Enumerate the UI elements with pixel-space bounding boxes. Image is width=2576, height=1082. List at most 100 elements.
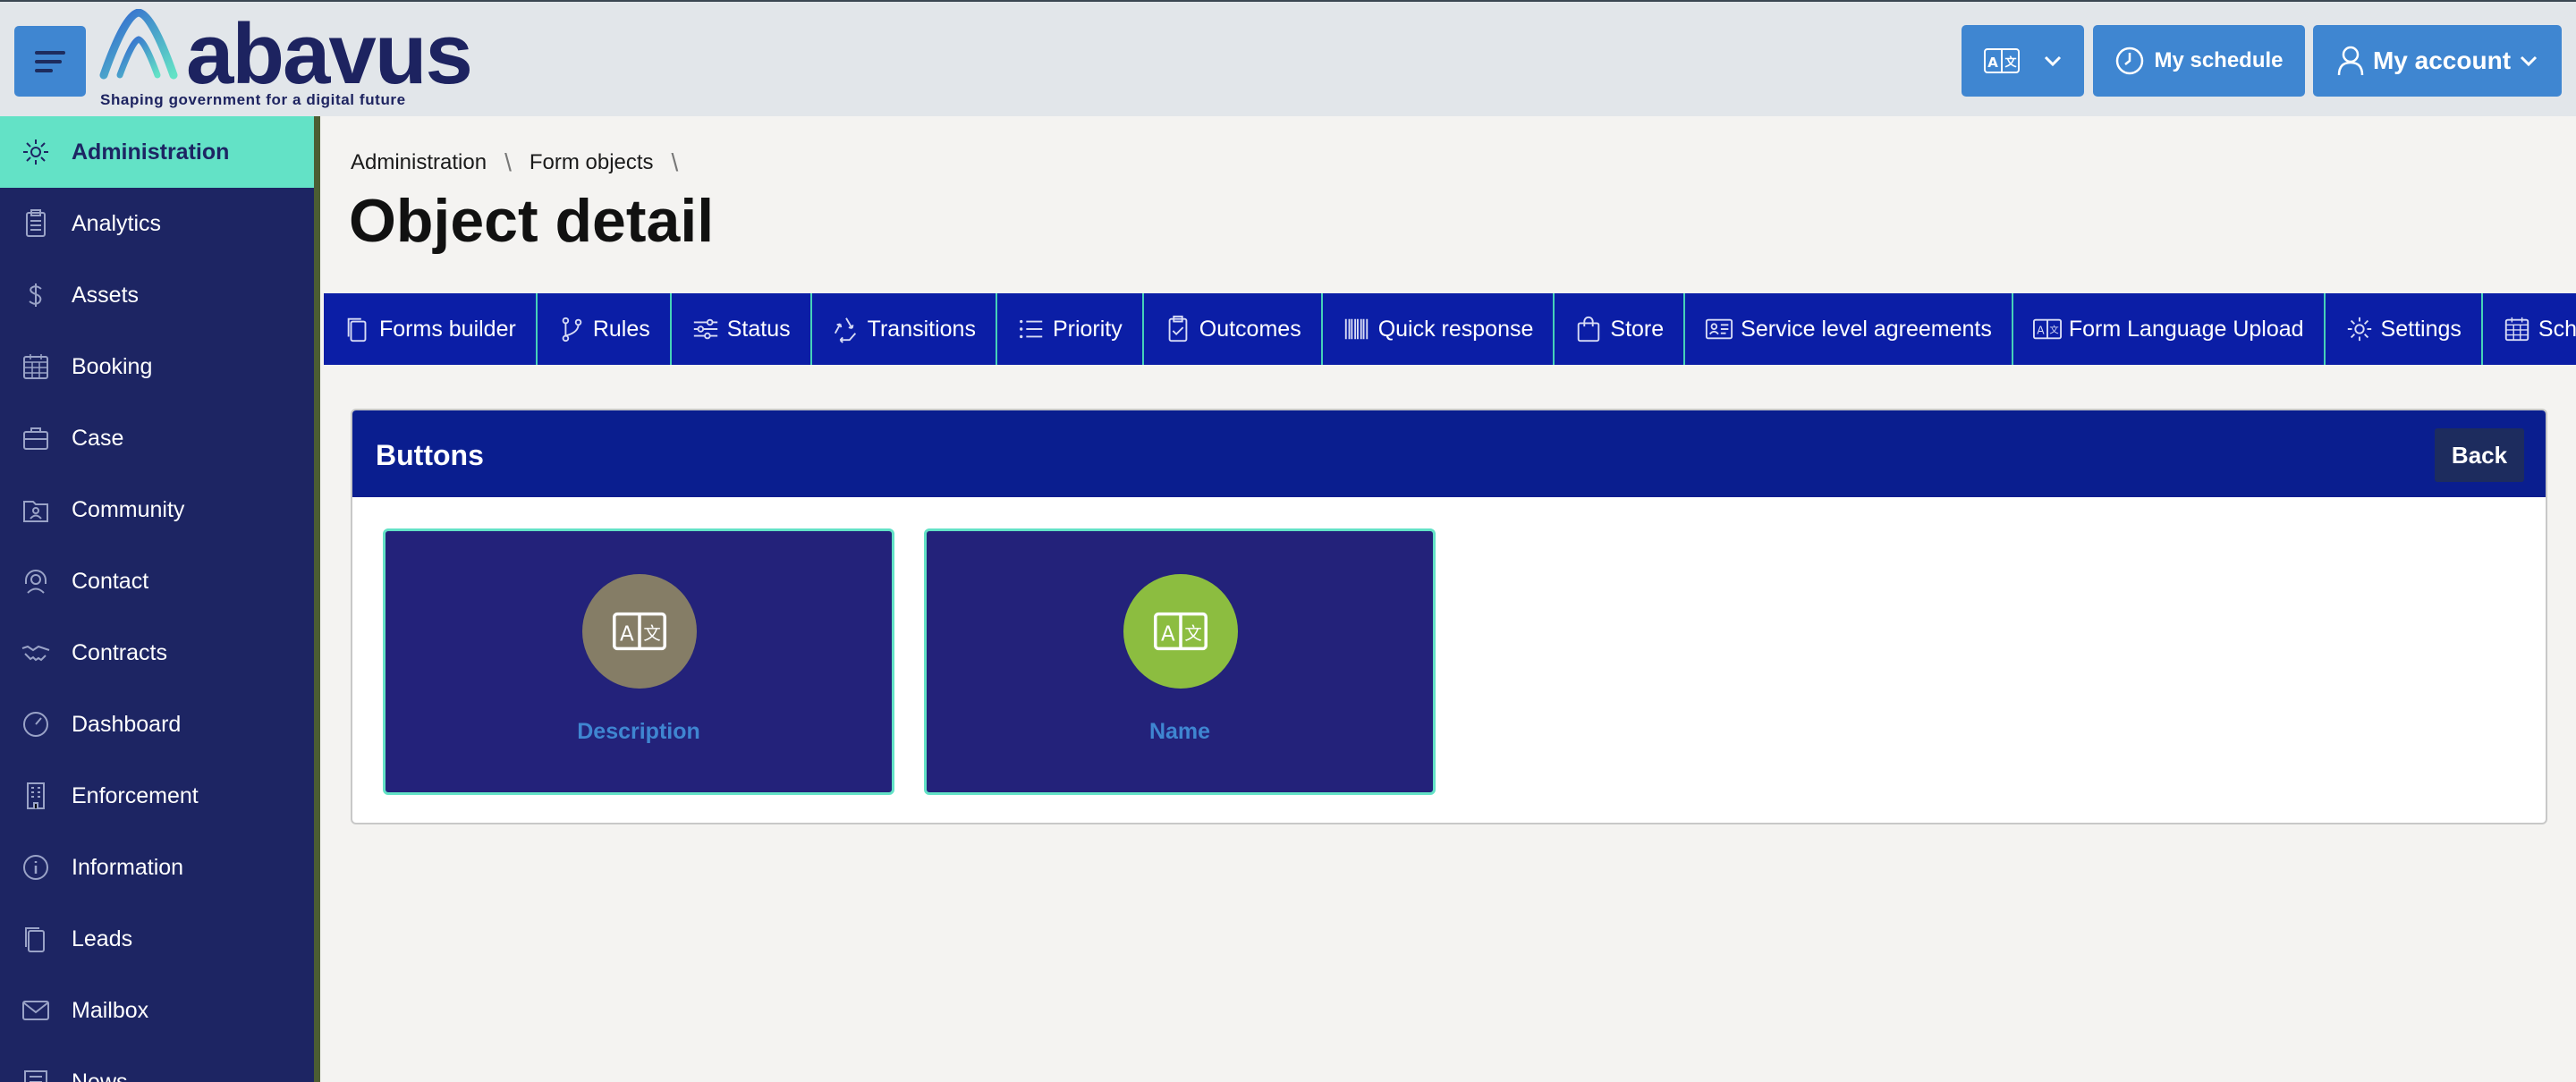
gear-icon — [18, 134, 54, 170]
svg-text:A: A — [620, 623, 634, 647]
tab-store[interactable]: Store — [1555, 293, 1686, 365]
copy-icon — [347, 317, 367, 342]
translate-icon: A文 — [2032, 318, 2062, 340]
sidebar-item-contact[interactable]: Contact — [0, 545, 314, 617]
tab-settings[interactable]: Settings — [2326, 293, 2483, 365]
community-folder-icon — [23, 501, 48, 522]
svg-text:文: 文 — [1184, 623, 1201, 644]
gear-icon — [23, 139, 48, 165]
copy-icon — [25, 927, 45, 952]
branch-icon — [557, 315, 586, 343]
sidebar-item-label: Administration — [72, 139, 230, 165]
sidebar-item-assets[interactable]: Assets — [0, 259, 314, 331]
tab-bar: Forms builder Rules Status Transitions Prior… — [324, 293, 2576, 365]
tile-label: Name — [1148, 719, 1211, 744]
sidebar-item-enforcement[interactable]: Enforcement — [0, 760, 314, 832]
tab-transitions[interactable]: Transitions — [812, 293, 997, 365]
svg-text:A: A — [1987, 55, 1998, 71]
my-schedule-label: My schedule — [2154, 48, 2284, 72]
tab-quick-response[interactable]: Quick response — [1323, 293, 1555, 365]
abavus-logo[interactable]: abavus Shaping government for a digital … — [98, 6, 474, 112]
tab-forms-builder[interactable]: Forms builder — [324, 293, 538, 365]
tab-label: Status — [726, 316, 791, 342]
page-title: Object detail — [349, 187, 715, 255]
sidebar-item-label: Leads — [72, 926, 133, 951]
sidebar-scrollbar[interactable] — [314, 116, 320, 1082]
menu-line — [35, 50, 65, 55]
sidebar-item-leads[interactable]: Leads — [0, 903, 314, 975]
barcode-icon — [1343, 315, 1371, 343]
tab-schedule[interactable]: Schedule — [2483, 293, 2576, 365]
hamburger-menu-button[interactable] — [14, 26, 86, 97]
handshake-icon — [21, 645, 50, 662]
tab-label: Priority — [1052, 316, 1123, 342]
translate-icon: A文 — [1154, 612, 1208, 651]
svg-text:文: 文 — [2049, 325, 2058, 336]
speedometer-icon — [18, 706, 54, 742]
menu-line — [35, 59, 62, 63]
button-tile-description[interactable]: A 文 Description — [383, 528, 894, 795]
barcode-icon — [1344, 318, 1368, 340]
info-icon — [18, 850, 54, 885]
breadcrumb-separator: \ — [504, 148, 512, 176]
dollar-icon — [29, 283, 42, 307]
sidebar-nav: Administration Analytics Assets Booking Case… — [0, 116, 314, 1082]
tab-service-level-agreements[interactable]: Service level agreements — [1685, 293, 2013, 365]
logo-mark-icon — [99, 9, 178, 80]
tab-label: Quick response — [1377, 316, 1534, 342]
sidebar-item-information[interactable]: Information — [0, 832, 314, 903]
tab-status[interactable]: Status — [672, 293, 812, 365]
language-dropdown-button[interactable]: A文 — [1962, 25, 2084, 97]
sidebar-item-administration[interactable]: Administration — [0, 116, 314, 188]
my-schedule-button[interactable]: My schedule — [2093, 25, 2305, 97]
svg-text:A: A — [2037, 325, 2045, 337]
translate-icon: A文 — [613, 612, 666, 651]
sidebar-item-label: Case — [72, 425, 124, 451]
back-button[interactable]: Back — [2435, 428, 2524, 482]
id-card-icon — [1705, 315, 1733, 343]
clipboard-icon — [26, 209, 46, 237]
envelope-icon — [22, 1001, 49, 1020]
menu-line — [35, 68, 53, 72]
handshake-icon — [18, 635, 54, 671]
headset-icon — [18, 563, 54, 599]
tab-rules[interactable]: Rules — [538, 293, 672, 365]
sidebar-item-dashboard[interactable]: Dashboard — [0, 689, 314, 760]
breadcrumb-item-administration[interactable]: Administration — [351, 150, 487, 175]
sidebar-item-case[interactable]: Case — [0, 402, 314, 474]
recycle-icon — [832, 315, 860, 343]
id-card-icon — [1706, 318, 1733, 340]
clipboard-check-icon — [1164, 315, 1192, 343]
tile-icon-circle: A文 — [582, 574, 697, 689]
tile-icon-circle: A文 — [1123, 574, 1238, 689]
tile-label: Description — [577, 719, 700, 744]
sidebar-item-news[interactable]: News — [0, 1046, 314, 1082]
translate-icon: A文 — [2032, 315, 2062, 343]
community-folder-icon — [18, 492, 54, 528]
tab-outcomes[interactable]: Outcomes — [1144, 293, 1323, 365]
gear-icon — [2345, 315, 2374, 343]
info-icon — [23, 855, 48, 880]
tab-priority[interactable]: Priority — [997, 293, 1144, 365]
sidebar-item-label: Mailbox — [72, 997, 149, 1023]
tab-label: Rules — [592, 316, 650, 342]
breadcrumb-item-form-objects[interactable]: Form objects — [530, 150, 654, 175]
sidebar-item-contracts[interactable]: Contracts — [0, 617, 314, 689]
shopping-bag-icon — [1578, 316, 1600, 342]
user-icon — [2337, 46, 2364, 76]
sidebar-item-booking[interactable]: Booking — [0, 331, 314, 402]
tab-label: Settings — [2380, 316, 2462, 342]
building-icon — [18, 778, 54, 814]
my-account-button[interactable]: My account — [2313, 25, 2562, 97]
sidebar-item-community[interactable]: Community — [0, 474, 314, 545]
tab-form-language-upload[interactable]: A 文 Form Language Upload — [2013, 293, 2326, 365]
sidebar-item-label: Contact — [72, 568, 149, 594]
list-icon — [1019, 319, 1043, 339]
button-tile-name[interactable]: A 文 Name — [924, 528, 1436, 795]
tab-label: Form Language Upload — [2068, 316, 2304, 342]
translate-icon: A文 — [1983, 48, 2020, 73]
calendar-icon — [2503, 315, 2531, 343]
sidebar-item-label: Information — [72, 854, 184, 880]
sidebar-item-analytics[interactable]: Analytics — [0, 188, 314, 259]
sidebar-item-mailbox[interactable]: Mailbox — [0, 975, 314, 1046]
